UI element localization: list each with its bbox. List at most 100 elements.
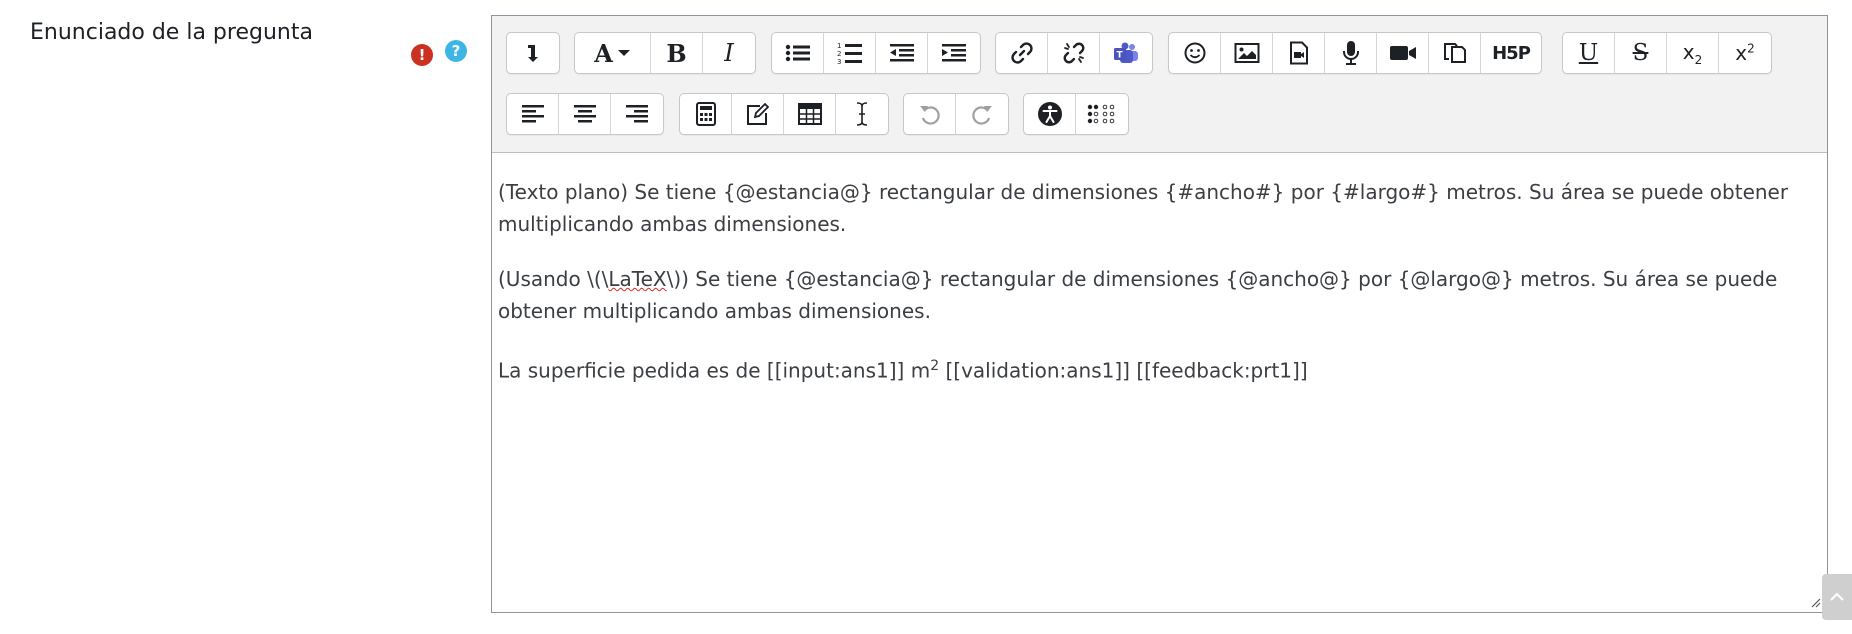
unit-exponent: 2 bbox=[930, 358, 940, 374]
accessibility-checker-button[interactable] bbox=[1024, 94, 1076, 134]
manage-files-button[interactable] bbox=[1429, 33, 1481, 73]
video-camera-icon bbox=[1389, 46, 1416, 60]
bold-button[interactable]: B bbox=[651, 33, 703, 73]
align-center-icon bbox=[573, 105, 596, 123]
underline-button[interactable]: U bbox=[1563, 33, 1615, 73]
redo-icon bbox=[972, 106, 992, 125]
teams-icon: T bbox=[1114, 42, 1138, 63]
strikethrough-button[interactable]: S bbox=[1615, 33, 1667, 73]
image-button[interactable] bbox=[1221, 33, 1273, 73]
question-paragraph-plain: (Texto plano) Se tiene {@estancia@} rect… bbox=[498, 180, 1789, 236]
toolbar-group-align bbox=[506, 93, 664, 135]
required-icon: ! bbox=[411, 44, 433, 66]
h5p-button[interactable]: H5P bbox=[1481, 33, 1541, 73]
toolbar-group-history bbox=[903, 93, 1009, 135]
emoji-icon bbox=[1184, 42, 1205, 64]
question-paragraph-latex: (Usando \(\LaTeX\)) Se tiene {@estancia@… bbox=[498, 263, 1817, 327]
text-cursor-icon bbox=[856, 102, 868, 126]
clear-formatting-button[interactable] bbox=[836, 94, 888, 134]
record-video-button[interactable] bbox=[1377, 33, 1429, 73]
collapse-icon bbox=[528, 45, 538, 62]
toolbar-group-accessibility bbox=[1023, 93, 1129, 135]
answer-paragraph: La superficie pedida es de [[input:ans1]… bbox=[498, 350, 1817, 387]
latex-text-after: \)) Se tiene {@estancia@} rectangular de… bbox=[498, 267, 1778, 323]
table-icon bbox=[797, 103, 822, 125]
help-icon[interactable]: ? bbox=[445, 40, 467, 62]
media-file-icon bbox=[1289, 41, 1308, 65]
calculator-icon bbox=[695, 102, 716, 126]
align-left-button[interactable] bbox=[507, 94, 559, 134]
numbered-list-icon: 1 2 3 bbox=[837, 42, 862, 65]
image-icon bbox=[1234, 43, 1259, 63]
answer-text-after: [[validation:ans1]] [[feedback:prt1]] bbox=[939, 358, 1308, 383]
special-character-button[interactable] bbox=[732, 94, 784, 134]
back-to-top-button[interactable] bbox=[1822, 574, 1852, 620]
subscript-button[interactable]: x2 bbox=[1667, 33, 1719, 73]
spellcheck-word: LaTeX bbox=[608, 267, 667, 291]
link-icon bbox=[1010, 42, 1033, 64]
svg-text:3: 3 bbox=[837, 58, 841, 65]
media-button[interactable] bbox=[1273, 33, 1325, 73]
link-button[interactable] bbox=[996, 33, 1048, 73]
align-center-button[interactable] bbox=[559, 94, 611, 134]
resize-handle-icon[interactable] bbox=[1809, 596, 1821, 608]
align-right-button[interactable] bbox=[611, 94, 663, 134]
required-mark: ! bbox=[418, 46, 426, 64]
chevron-down-icon bbox=[617, 50, 630, 56]
record-audio-button[interactable] bbox=[1325, 33, 1377, 73]
copy-files-icon bbox=[1443, 43, 1466, 63]
answer-text-before: La superficie pedida es de [[input:ans1]… bbox=[498, 358, 931, 383]
unordered-list-button[interactable] bbox=[772, 33, 824, 73]
rich-text-editor: A B I 1 2 3 T H5P U S x2 x2 (Texto plano… bbox=[491, 15, 1828, 613]
chevron-up-icon bbox=[1830, 592, 1844, 601]
strikethrough-icon: S bbox=[1632, 40, 1649, 66]
indent-button[interactable] bbox=[928, 33, 980, 73]
h5p-icon: H5P bbox=[1492, 42, 1531, 64]
bold-icon: B bbox=[666, 38, 687, 68]
field-label: Enunciado de la pregunta bbox=[30, 20, 313, 45]
align-right-icon bbox=[626, 105, 648, 123]
toolbar-group-insert bbox=[679, 93, 889, 135]
latex-text-before: (Usando \(\ bbox=[498, 267, 609, 291]
toolbar-group-text-format: U S x2 x2 bbox=[1562, 32, 1772, 74]
collapse-toggle-button[interactable] bbox=[507, 33, 559, 73]
outdent-icon bbox=[889, 44, 914, 62]
svg-text:1: 1 bbox=[837, 42, 841, 50]
toolbar-group-lists: 1 2 3 bbox=[771, 32, 981, 74]
accessibility-icon bbox=[1037, 102, 1062, 126]
underline-icon: U bbox=[1578, 40, 1599, 66]
emoji-button[interactable] bbox=[1169, 33, 1221, 73]
undo-button[interactable] bbox=[904, 94, 956, 134]
paragraph-style-button[interactable]: A bbox=[575, 33, 651, 73]
unlink-icon bbox=[1063, 42, 1084, 64]
align-left-icon bbox=[521, 105, 544, 123]
superscript-button[interactable]: x2 bbox=[1719, 33, 1771, 73]
indent-icon bbox=[942, 44, 966, 62]
toolbar-group-collapse bbox=[506, 32, 560, 74]
toolbar-group-style: A B I bbox=[574, 32, 756, 74]
font-style-icon: A bbox=[594, 38, 613, 68]
teams-meeting-button[interactable]: T bbox=[1100, 33, 1152, 73]
superscript-icon: x2 bbox=[1735, 41, 1754, 65]
svg-text:2: 2 bbox=[837, 50, 841, 58]
superscript-index: 2 bbox=[1747, 41, 1755, 56]
unlink-button[interactable] bbox=[1048, 33, 1100, 73]
undo-icon bbox=[919, 106, 940, 125]
subscript-index: 2 bbox=[1694, 52, 1703, 67]
editor-content-area[interactable]: (Texto plano) Se tiene {@estancia@} rect… bbox=[498, 176, 1817, 410]
bullet-list-icon bbox=[785, 44, 810, 62]
svg-text:T: T bbox=[1117, 51, 1124, 61]
ordered-list-button[interactable]: 1 2 3 bbox=[824, 33, 876, 73]
italic-icon: I bbox=[724, 39, 734, 67]
redo-button[interactable] bbox=[956, 94, 1008, 134]
toolbar-group-media: H5P bbox=[1168, 32, 1542, 74]
outdent-button[interactable] bbox=[876, 33, 928, 73]
toolbar-group-links: T bbox=[995, 32, 1153, 74]
help-mark: ? bbox=[451, 42, 461, 60]
table-button[interactable] bbox=[784, 94, 836, 134]
edit-icon bbox=[746, 102, 769, 125]
italic-button[interactable]: I bbox=[703, 33, 755, 73]
equation-button[interactable] bbox=[680, 94, 732, 134]
microphone-icon bbox=[1342, 41, 1359, 65]
screenreader-helper-button[interactable] bbox=[1076, 94, 1128, 134]
